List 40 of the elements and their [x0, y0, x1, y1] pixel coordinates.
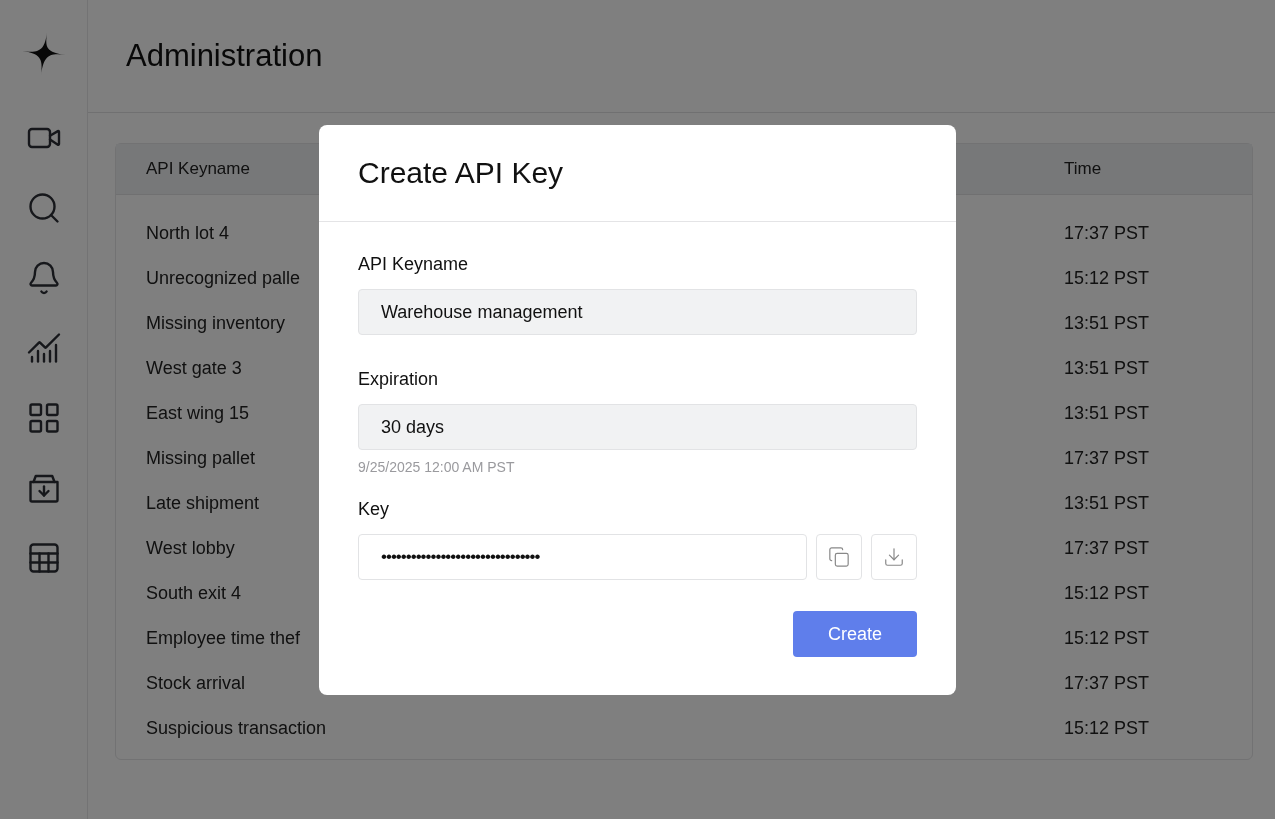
table-cell-text: 15:12 PST	[1064, 628, 1151, 649]
chart-icon[interactable]	[25, 330, 62, 366]
table-cell-text: 17:37 PST	[1064, 223, 1151, 244]
key-field[interactable]: ••••••••••••••••••••••••••••••••	[358, 534, 807, 580]
table-cell-text: 17:37 PST	[1064, 538, 1151, 559]
table-cell: Missing inventory	[146, 313, 286, 334]
table-cell-text: 13:51 PST	[1064, 358, 1151, 379]
table-cell-text: 13:51 PST	[1064, 403, 1151, 424]
table-cell: Late shipment	[146, 493, 260, 514]
table-cell: West gate 3	[146, 358, 242, 379]
table-cell: Suspicious transaction	[146, 718, 327, 739]
dialog-title: Create API Key	[358, 156, 564, 190]
field-label: Key	[358, 499, 391, 520]
table-cell: Missing pallet	[146, 448, 256, 469]
table-cell-text: 17:37 PST	[1064, 673, 1151, 694]
table-cell-text: 15:12 PST	[1064, 268, 1151, 289]
field-label: Expiration	[358, 369, 440, 390]
table-cell: Employee time thef	[146, 628, 301, 649]
field-label: API Keyname	[358, 254, 470, 275]
copy-button[interactable]	[816, 534, 862, 580]
table-cell: Unrecognized palle	[146, 268, 301, 289]
download-icon[interactable]	[883, 546, 905, 568]
copy-icon[interactable]	[828, 546, 850, 568]
table-cell-text: 15:12 PST	[1064, 583, 1151, 604]
column-header: Time	[1064, 159, 1103, 179]
table-cell: South exit 4	[146, 583, 242, 604]
keyname-field[interactable]: Warehouse management	[358, 289, 917, 335]
expiration-date: 9/25/2025 12:00 AM PST	[358, 459, 516, 475]
table-cell: North lot 4	[146, 223, 230, 244]
create-button[interactable]: Create	[793, 611, 917, 657]
column-header: API Keyname	[146, 159, 250, 179]
table-cell: West lobby	[146, 538, 235, 559]
table-cell-text: 13:51 PST	[1064, 313, 1151, 334]
table-cell: Stock arrival	[146, 673, 246, 694]
table-cell-text: 13:51 PST	[1064, 493, 1151, 514]
table-cell: East wing 15	[146, 403, 250, 424]
table-cell-text: 15:12 PST	[1064, 718, 1151, 739]
page-title: Administration	[126, 38, 323, 74]
table-cell-text: 17:37 PST	[1064, 448, 1151, 469]
expiration-field[interactable]: 30 days	[358, 404, 917, 450]
